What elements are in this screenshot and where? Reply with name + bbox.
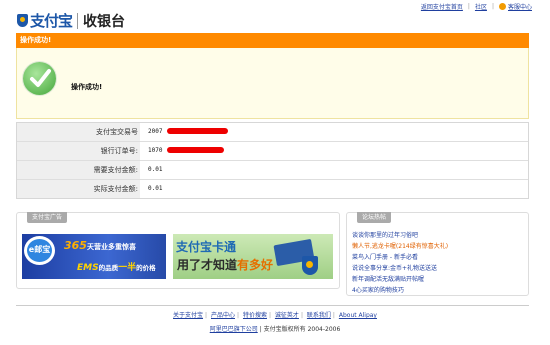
row-value: 0.01 [148,166,163,173]
list-item: 新年调配活无敌满贴开帖喔 [352,274,448,285]
footer-link-contact[interactable]: 联系我们 [307,312,331,319]
ad-subline: 用了才知道有多好 [177,258,274,272]
list-item: 4心买家的购物技巧 [352,285,448,296]
footer-link-jobs[interactable]: 诚征英才 [275,312,299,319]
table-row: 银行订单号: 1070 [17,142,528,161]
row-label: 需要支付金额: [17,161,140,179]
community-link[interactable]: 社区 [475,2,487,11]
row-value: 1070 [148,147,163,154]
list-item: 菜鸟入门手册 - 新手必看 [352,252,448,263]
alipay-shield-icon [17,14,28,27]
copyright: 阿里巴巴旗下公司 | 支付宝版权所有 2004-2006 [0,324,550,333]
ems-banner-ad[interactable]: e邮宝 365天营业多重惊喜 EMS的品质一半的价格 [22,234,166,279]
forum-hot-posts-panel: 论坛热帖 谈谈你那里的过年习俗吧 懒人节,逃龙卡喔(214绿有惊喜大礼) 菜鸟入… [346,212,529,296]
company-link[interactable]: 阿里巴巴旗下公司 [210,326,258,333]
transaction-info-table: 支付宝交易号 2007 银行订单号: 1070 需要支付金额: 0.01 实际支… [16,122,529,199]
list-item: 懒人节,逃龙卡喔(214绿有惊喜大礼) [352,241,448,252]
forum-post-link[interactable]: 说说全事分享:金币+礼物送送送 [352,265,437,272]
ads-tab-label: 支付宝广告 [27,212,68,223]
logo-text: 支付宝 [30,12,73,30]
footer-divider [16,305,529,306]
forum-list: 谈谈你那里的过年习俗吧 懒人节,逃龙卡喔(214绿有惊喜大礼) 菜鸟入门手册 -… [352,230,448,296]
row-label: 实际支付金额: [17,180,140,198]
forum-post-link[interactable]: 新年调配活无敌满贴开帖喔 [352,276,424,283]
ads-panel: 支付宝广告 e邮宝 365天营业多重惊喜 EMS的品质一半的价格 支付宝卡通 用… [16,212,340,289]
table-row: 支付宝交易号 2007 [17,123,528,142]
nav-separator: | [467,3,470,10]
logo-divider [77,12,79,29]
forum-post-link[interactable]: 谈谈你那里的过年习俗吧 [352,232,418,239]
logo[interactable]: 支付宝 收银台 [17,10,125,31]
top-navigation: 返回支付宝首页 | 社区 | 客服中心 [421,2,532,11]
ad-headline: 支付宝卡通 [176,240,237,254]
checkmark-icon [23,62,56,95]
footer-link-deals[interactable]: 特价搜索 [243,312,267,319]
ad-headline: 365天营业多重惊喜 [64,239,136,252]
row-label: 支付宝交易号 [17,123,140,141]
table-row: 实际支付金额: 0.01 [17,180,528,199]
ad-subline: EMS的品质一半的价格 [77,263,156,273]
help-icon [498,3,506,10]
alipay-card-banner-ad[interactable]: 支付宝卡通 用了才知道有多好 [173,234,333,279]
redaction-mark [167,147,224,153]
header: 支付宝 收银台 返回支付宝首页 | 社区 | 客服中心 [0,0,550,30]
forum-post-link[interactable]: 菜鸟入门手册 - 新手必看 [352,254,418,261]
footer-links: 关于支付宝 | 产品中心 | 特价搜索 | 诚征英才 | 联系我们 | About Ali… [173,312,377,319]
page-title: 收银台 [83,13,126,30]
alipay-shield-icon [302,256,318,275]
row-value: 0.01 [148,185,163,192]
footer-link-about-english[interactable]: About Alipay [339,312,377,319]
list-item: 说说全事分享:金币+礼物送送送 [352,263,448,274]
forum-post-link[interactable]: 4心买家的购物技巧 [352,287,404,294]
help-link-wrap[interactable]: 客服中心 [498,2,532,11]
row-label: 银行订单号: [17,142,140,160]
ems-logo-icon: e邮宝 [24,236,55,265]
forum-post-link[interactable]: 懒人节,逃龙卡喔(214绿有惊喜大礼) [352,243,448,250]
help-link[interactable]: 客服中心 [508,2,532,11]
footer-link-about[interactable]: 关于支付宝 [173,312,203,319]
list-item: 谈谈你那里的过年习俗吧 [352,230,448,241]
row-value: 2007 [148,128,163,135]
success-panel: 操作成功! [16,48,529,119]
nav-separator: | [491,3,494,10]
footer-link-products[interactable]: 产品中心 [211,312,235,319]
status-bar: 操作成功! [16,33,529,48]
forum-tab-label: 论坛热帖 [357,212,392,223]
redaction-mark [167,128,228,134]
home-link[interactable]: 返回支付宝首页 [421,2,463,11]
copyright-text: | 支付宝版权所有 2004-2006 [259,326,341,333]
success-message: 操作成功! [71,83,103,91]
table-row: 需要支付金额: 0.01 [17,161,528,180]
